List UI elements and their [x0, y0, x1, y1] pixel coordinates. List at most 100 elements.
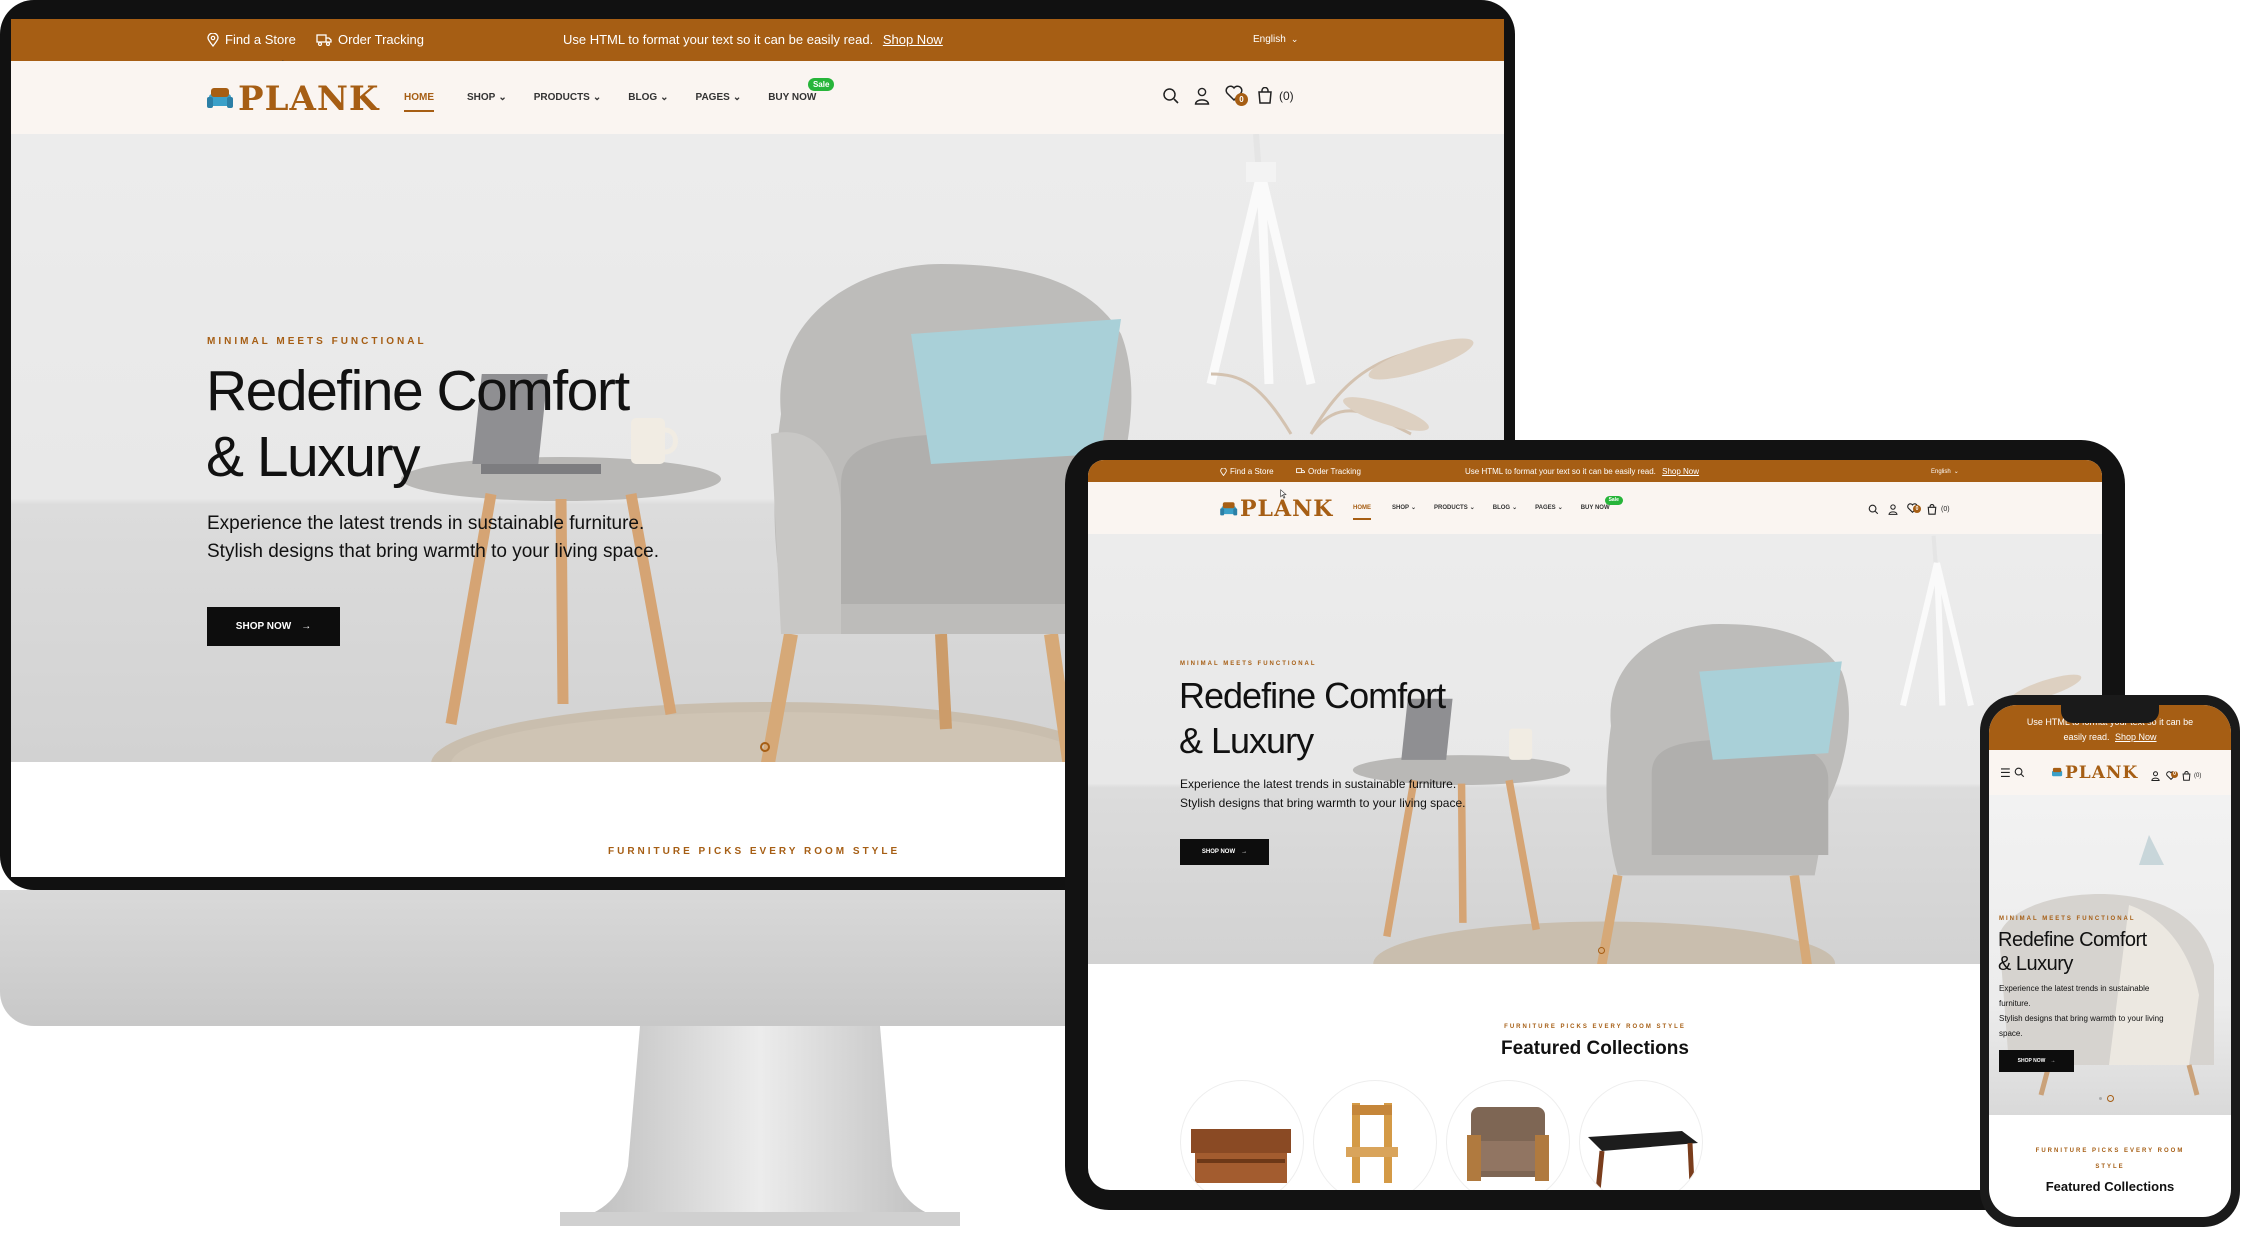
chevron-down-icon: ⌄ — [1557, 505, 1563, 511]
phone-notch — [2061, 705, 2159, 723]
sofa-logo-icon — [1220, 501, 1238, 515]
collection-card-chair[interactable] — [1313, 1080, 1437, 1190]
nav-shop-label: SHOP — [467, 92, 496, 103]
featured-kicker-line1: FURNITURE PICKS EVERY ROOM — [2035, 1148, 2185, 1154]
promo-shop-now-link[interactable]: Shop Now — [2115, 732, 2157, 742]
featured-kicker: FURNITURE PICKS EVERY ROOM STYLE — [608, 846, 901, 857]
search-icon[interactable] — [1868, 504, 1879, 515]
nav-blog[interactable]: BLOG ⌄ — [1493, 504, 1518, 512]
nav-buy-now[interactable]: BUY NOW Sale — [1580, 495, 1623, 511]
armchair-image — [1467, 1107, 1549, 1181]
nav-pages[interactable]: PAGES ⌄ — [696, 92, 742, 103]
featured-title: Featured Collections — [2045, 1179, 2175, 1194]
collection-card-armchair[interactable] — [1446, 1080, 1570, 1190]
nav-home[interactable]: HOME — [1353, 505, 1371, 520]
nav-home-label: HOME — [404, 92, 434, 103]
hero-shop-now-button[interactable]: SHOP NOW → — [1180, 839, 1269, 865]
user-icon[interactable] — [1194, 87, 1210, 105]
hero-desc-line3: Stylish designs that bring warmth to you… — [1999, 1014, 2164, 1023]
nav-shop[interactable]: SHOP ⌄ — [1392, 504, 1416, 512]
logo[interactable]: PLANK — [207, 79, 379, 119]
hero-desc-line1: Experience the latest trends in sustaina… — [207, 513, 645, 534]
wishlist-button[interactable]: 0 — [1907, 500, 1921, 518]
collection-card-desk[interactable] — [1579, 1080, 1703, 1190]
language-selector[interactable]: English ⌄ — [1931, 468, 1959, 476]
sideboard-image — [1191, 1129, 1291, 1183]
hero-shop-now-button[interactable]: SHOP NOW → — [207, 607, 340, 646]
shopping-bag-icon[interactable] — [1257, 87, 1273, 104]
chevron-down-icon: ⌄ — [498, 92, 507, 103]
promo-message: Use HTML to format your text so it can b… — [563, 32, 874, 47]
slider-dot-active[interactable] — [760, 742, 770, 752]
user-icon[interactable] — [2151, 771, 2160, 781]
chevron-down-icon: ⌄ — [1953, 469, 1959, 475]
nav-buy-now-label: BUY NOW — [768, 92, 817, 103]
hamburger-menu-icon[interactable]: ☰ — [2000, 766, 2011, 780]
featured-kicker-line2: STYLE — [2095, 1164, 2125, 1170]
arrow-right-icon: → — [2050, 1058, 2056, 1064]
featured-kicker: FURNITURE PICKS EVERY ROOM STYLE — [1504, 1024, 1686, 1030]
find-store-link[interactable]: Find a Store — [1220, 467, 1274, 476]
tablet-screen: Find a Store Order Tracking Use HTML to … — [1088, 460, 2102, 1190]
find-store-link[interactable]: Find a Store — [207, 32, 296, 47]
nav-pages[interactable]: PAGES ⌄ — [1535, 504, 1563, 512]
nav-blog[interactable]: BLOG ⌄ — [628, 92, 668, 103]
sofa-logo-icon — [207, 88, 233, 108]
search-icon[interactable] — [1162, 87, 1180, 105]
cart-count[interactable]: (0) — [2194, 773, 2201, 779]
nav-products[interactable]: PRODUCTS ⌄ — [534, 92, 602, 103]
search-icon[interactable] — [2014, 767, 2025, 778]
language-selector[interactable]: English ⌄ — [1253, 34, 1298, 45]
phone-screen: Use HTML to format your text so it can b… — [1989, 705, 2231, 1217]
hero-kicker: MINIMAL MEETS FUNCTIONAL — [1999, 916, 2136, 922]
map-pin-icon — [207, 32, 219, 47]
order-tracking-label: Order Tracking — [1308, 467, 1361, 476]
slider-dot-active[interactable] — [1598, 947, 1605, 954]
nav-home[interactable]: HOME — [404, 92, 434, 112]
slider-dot[interactable] — [2099, 1097, 2102, 1100]
find-store-label: Find a Store — [225, 32, 296, 47]
shopping-bag-icon[interactable] — [1927, 503, 1937, 515]
hero-desc-line2: furniture. — [1999, 999, 2031, 1008]
order-tracking-link[interactable]: Order Tracking — [1296, 467, 1361, 476]
shopping-bag-icon[interactable] — [2182, 771, 2191, 781]
nav-shop[interactable]: SHOP ⌄ — [467, 92, 507, 103]
logo[interactable]: PLANK — [2051, 763, 2138, 783]
wishlist-button[interactable]: 0 — [2166, 767, 2178, 785]
nav-buy-now[interactable]: BUY NOW Sale — [768, 78, 835, 103]
promo-shop-now-link[interactable]: Shop Now — [883, 32, 943, 47]
truck-icon — [316, 33, 332, 46]
logo[interactable]: PLANK — [1220, 496, 1333, 522]
nav-products[interactable]: PRODUCTS ⌄ — [1434, 504, 1475, 512]
sale-badge: Sale — [1604, 495, 1623, 505]
hero-kicker: MINIMAL MEETS FUNCTIONAL — [207, 336, 427, 347]
chevron-down-icon: ⌄ — [1290, 34, 1299, 44]
wishlist-button[interactable]: 0 — [1225, 85, 1248, 106]
tablet-topbar: Find a Store Order Tracking Use HTML to … — [1088, 460, 2102, 482]
slider-dot-active[interactable] — [2107, 1095, 2114, 1102]
promo-text: Use HTML to format your text so it can b… — [1465, 467, 1699, 476]
promo-text: Use HTML to format your text so it can b… — [563, 32, 943, 47]
cart-count[interactable]: (0) — [1941, 506, 1950, 513]
order-tracking-link[interactable]: Order Tracking — [316, 32, 424, 47]
chevron-down-icon: ⌄ — [1512, 505, 1518, 511]
nav-blog-label: BLOG — [628, 92, 658, 103]
map-pin-icon — [1220, 467, 1227, 476]
hero-title-line1: Redefine Comfort — [206, 359, 630, 423]
nav-buy-now-label: BUY NOW — [1580, 504, 1610, 511]
desktop-header: PLANK HOME SHOP ⌄ PRODUCTS ⌄ BLOG ⌄ PAGES ⌄ … — [11, 61, 1504, 134]
promo-shop-now-link[interactable]: Shop Now — [1662, 467, 1699, 476]
tablet-nav: HOME SHOP ⌄ PRODUCTS ⌄ BLOG ⌄ PAGES ⌄ BUY NO… — [1353, 495, 1623, 520]
hero-shop-now-button[interactable]: SHOP NOW → — [1999, 1050, 2074, 1072]
hero-title-line2: & Luxury — [1179, 720, 1314, 761]
featured-title: Featured Collections — [1501, 1038, 1689, 1059]
hero-desc-line1: Experience the latest trends in sustaina… — [1180, 777, 1457, 791]
user-icon[interactable] — [1888, 503, 1898, 515]
hero-shop-now-label: SHOP NOW — [1201, 849, 1236, 855]
chevron-down-icon: ⌄ — [732, 92, 742, 103]
collection-card-sideboard[interactable] — [1180, 1080, 1304, 1190]
chevron-down-icon: ⌄ — [1469, 505, 1475, 511]
arrow-right-icon: → — [301, 621, 312, 632]
cart-count[interactable]: (0) — [1279, 89, 1294, 103]
phone-promo-message: easily read. — [2063, 732, 2110, 742]
